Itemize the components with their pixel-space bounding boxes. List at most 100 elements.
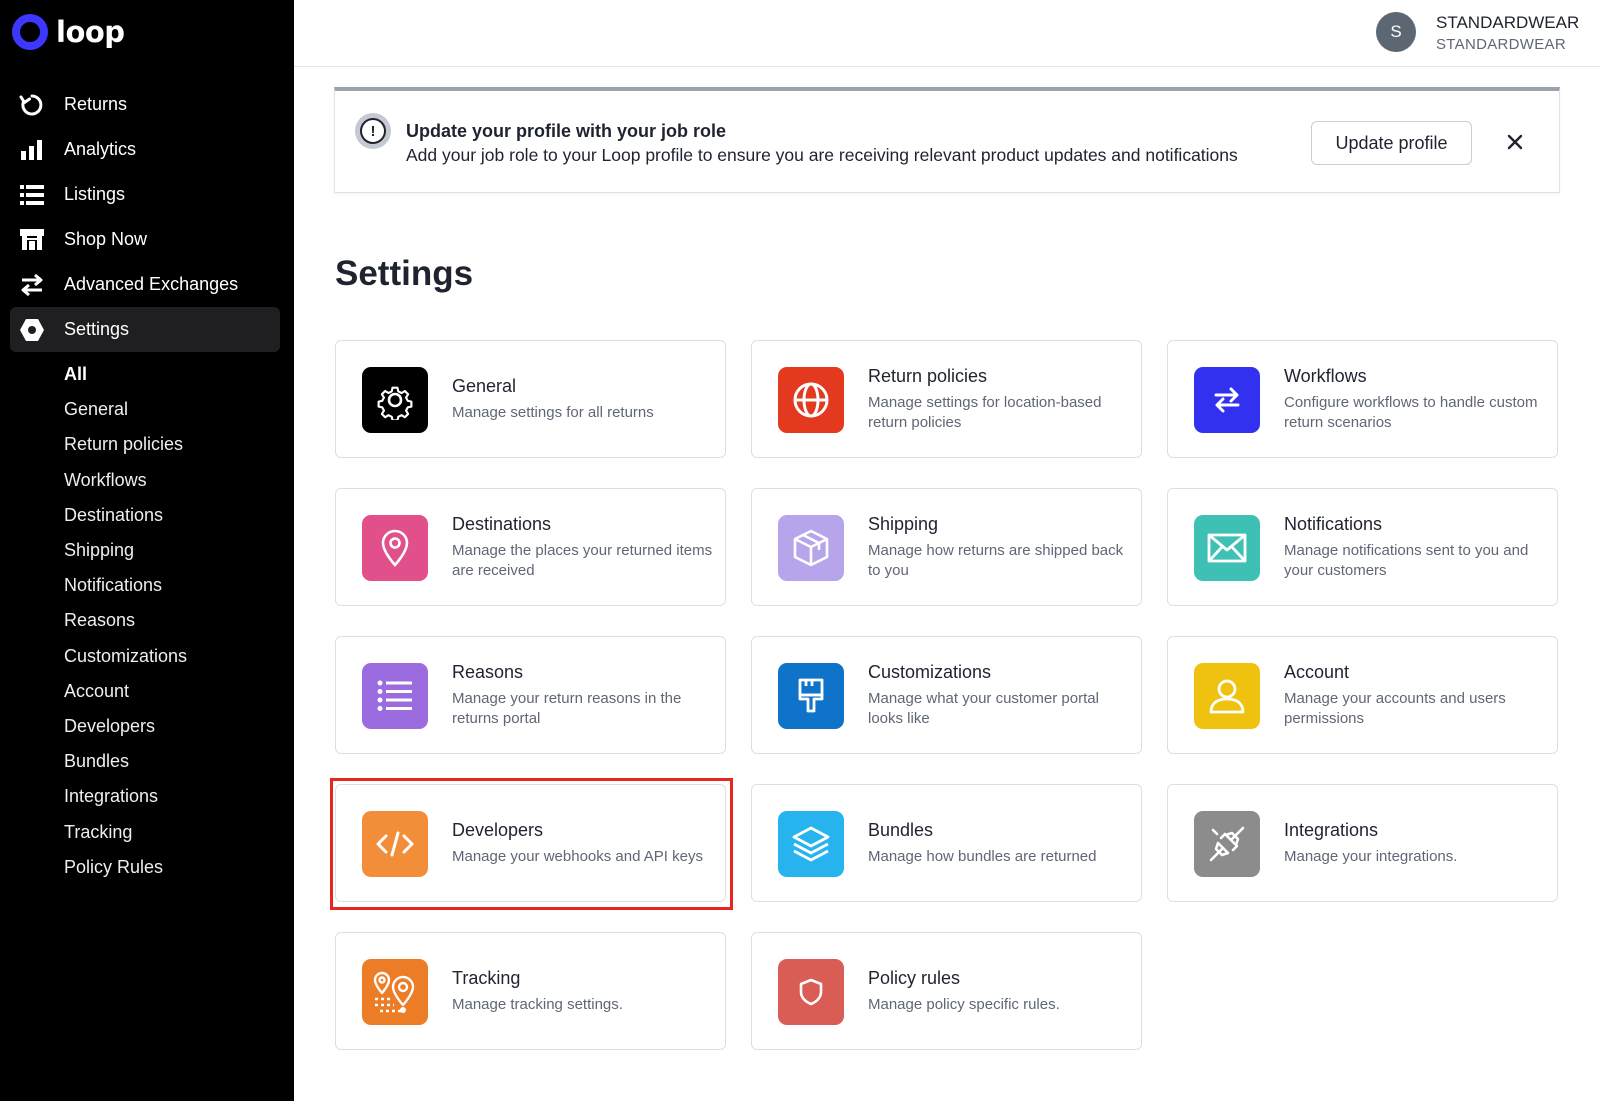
subnav-item-customizations[interactable]: Customizations xyxy=(64,639,187,674)
profile-update-banner: ! Update your profile with your job role… xyxy=(334,87,1560,193)
shield-icon xyxy=(778,959,844,1025)
settings-card-policy-rules[interactable]: Policy rules Manage policy specific rule… xyxy=(751,932,1142,1050)
nav-item-label: Analytics xyxy=(64,139,137,159)
nav-item-analytics[interactable]: Analytics xyxy=(10,127,280,172)
exchange-icon xyxy=(18,271,46,299)
nav-item-returns[interactable]: Returns xyxy=(10,82,280,127)
card-title: Account xyxy=(1284,661,1350,682)
globe-icon xyxy=(778,367,844,433)
subnav-item-account[interactable]: Account xyxy=(64,674,187,709)
user-name[interactable]: STANDARDWEAR xyxy=(1436,13,1579,33)
tracking-route-icon xyxy=(362,959,428,1025)
card-description: Manage settings for location-based retur… xyxy=(868,393,1102,431)
settings-card-notifications[interactable]: Notifications Manage notifications sent … xyxy=(1167,488,1558,606)
card-title: Workflows xyxy=(1284,365,1367,386)
settings-card-reasons[interactable]: Reasons Manage your return reasons in th… xyxy=(335,636,726,754)
card-text: Policy rules Manage policy specific rule… xyxy=(868,933,1130,1049)
subnav-item-bundles[interactable]: Bundles xyxy=(64,744,187,779)
card-text: Account Manage your accounts and users p… xyxy=(1284,637,1546,753)
card-title: Customizations xyxy=(868,661,992,682)
nav-item-listings[interactable]: Listings xyxy=(10,172,280,217)
settings-card-customizations[interactable]: Customizations Manage what your customer… xyxy=(751,636,1142,754)
nav-item-settings[interactable]: Settings xyxy=(10,307,280,352)
subnav-item-general[interactable]: General xyxy=(64,392,187,427)
card-description: Manage policy specific rules. xyxy=(868,995,1060,1013)
nav-item-label: Listings xyxy=(64,184,126,204)
card-text: Integrations Manage your integrations. xyxy=(1284,785,1546,901)
subnav-item-destinations[interactable]: Destinations xyxy=(64,498,187,533)
card-text: Customizations Manage what your customer… xyxy=(868,637,1130,753)
card-description: Configure workflows to handle custom ret… xyxy=(1284,393,1538,431)
plug-icon xyxy=(1194,811,1260,877)
settings-card-return-policies[interactable]: Return policies Manage settings for loca… xyxy=(751,340,1142,458)
settings-hexagon-icon xyxy=(18,316,46,344)
card-text: Tracking Manage tracking settings. xyxy=(452,933,714,1049)
subnav-item-shipping[interactable]: Shipping xyxy=(64,533,187,568)
main-nav: Returns Analytics Listings Shop Now Adva… xyxy=(10,82,280,352)
settings-card-general[interactable]: General Manage settings for all returns xyxy=(335,340,726,458)
card-text: General Manage settings for all returns xyxy=(452,341,714,457)
avatar[interactable]: S xyxy=(1376,12,1416,52)
card-text: Workflows Configure workflows to handle … xyxy=(1284,341,1546,457)
arrows-swap-icon xyxy=(1194,367,1260,433)
user-icon xyxy=(1194,663,1260,729)
card-description: Manage settings for all returns xyxy=(452,403,654,421)
card-description: Manage how returns are shipped back to y… xyxy=(868,541,1124,579)
box-icon xyxy=(778,515,844,581)
nav-item-shop-now[interactable]: Shop Now xyxy=(10,217,280,262)
card-title: Tracking xyxy=(452,967,521,988)
settings-card-account[interactable]: Account Manage your accounts and users p… xyxy=(1167,636,1558,754)
subnav-item-notifications[interactable]: Notifications xyxy=(64,568,187,603)
card-title: Shipping xyxy=(868,513,939,534)
card-description: Manage your return reasons in the return… xyxy=(452,689,682,727)
listings-icon xyxy=(18,181,46,209)
update-profile-button[interactable]: Update profile xyxy=(1311,121,1472,165)
subnav-item-policy-rules[interactable]: Policy Rules xyxy=(64,850,187,885)
layers-icon xyxy=(778,811,844,877)
subnav-item-return-policies[interactable]: Return policies xyxy=(64,427,187,462)
settings-card-bundles[interactable]: Bundles Manage how bundles are returned xyxy=(751,784,1142,902)
gear-icon xyxy=(362,367,428,433)
subnav-item-workflows[interactable]: Workflows xyxy=(64,463,187,498)
close-icon[interactable] xyxy=(1501,128,1529,156)
card-title: Developers xyxy=(452,819,544,840)
subnav-item-integrations[interactable]: Integrations xyxy=(64,779,187,814)
card-description: Manage how bundles are returned xyxy=(868,847,1097,865)
subnav-item-all[interactable]: All xyxy=(64,357,187,392)
settings-card-workflows[interactable]: Workflows Configure workflows to handle … xyxy=(1167,340,1558,458)
settings-card-destinations[interactable]: Destinations Manage the places your retu… xyxy=(335,488,726,606)
map-pin-icon xyxy=(362,515,428,581)
card-title: Bundles xyxy=(868,819,934,840)
card-description: Manage your webhooks and API keys xyxy=(452,847,703,865)
logo-text: loop xyxy=(56,15,125,49)
code-icon xyxy=(362,811,428,877)
card-title: Integrations xyxy=(1284,819,1379,840)
card-title: Destinations xyxy=(452,513,552,534)
store-name: STANDARDWEAR xyxy=(1436,36,1566,53)
loop-logo[interactable]: loop xyxy=(12,14,125,50)
card-description: Manage the places your returned items ar… xyxy=(452,541,713,579)
settings-card-integrations[interactable]: Integrations Manage your integrations. xyxy=(1167,784,1558,902)
settings-card-tracking[interactable]: Tracking Manage tracking settings. xyxy=(335,932,726,1050)
nav-item-label: Returns xyxy=(64,94,128,114)
subnav-item-tracking[interactable]: Tracking xyxy=(64,814,187,849)
banner-text: Add your job role to your Loop profile t… xyxy=(406,145,1238,165)
card-title: Policy rules xyxy=(868,967,961,988)
settings-card-shipping[interactable]: Shipping Manage how returns are shipped … xyxy=(751,488,1142,606)
nav-item-label: Advanced Exchanges xyxy=(64,274,239,294)
nav-item-advanced-exchanges[interactable]: Advanced Exchanges xyxy=(10,262,280,307)
subnav-item-developers[interactable]: Developers xyxy=(64,709,187,744)
settings-card-developers[interactable]: Developers Manage your webhooks and API … xyxy=(335,784,726,902)
analytics-icon xyxy=(18,136,46,164)
card-description: Manage what your customer portal looks l… xyxy=(868,689,1099,727)
settings-subnav: All General Return policies Workflows De… xyxy=(64,357,187,885)
banner-title: Update your profile with your job role xyxy=(406,121,727,141)
returns-icon xyxy=(18,91,46,119)
card-text: Reasons Manage your return reasons in th… xyxy=(452,637,714,753)
page-title: Settings xyxy=(335,254,474,293)
card-text: Developers Manage your webhooks and API … xyxy=(452,785,714,901)
card-description: Manage notifications sent to you and you… xyxy=(1284,541,1529,579)
subnav-item-reasons[interactable]: Reasons xyxy=(64,603,187,638)
card-description: Manage tracking settings. xyxy=(452,995,623,1013)
card-text: Shipping Manage how returns are shipped … xyxy=(868,489,1130,605)
